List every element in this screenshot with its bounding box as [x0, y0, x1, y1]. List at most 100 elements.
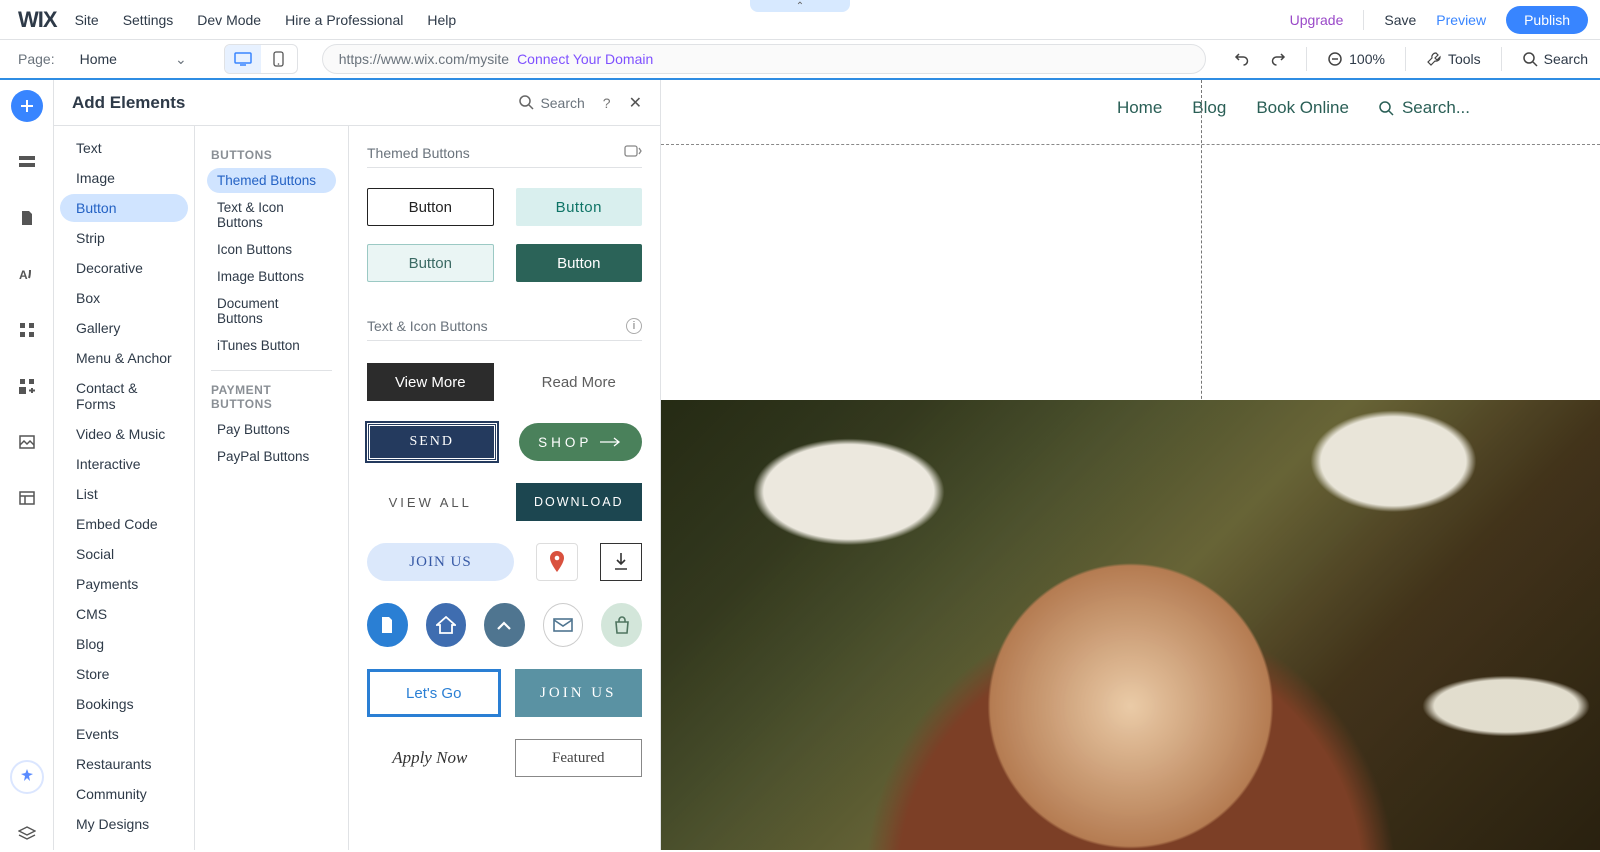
sample-download-icon[interactable] [600, 543, 642, 581]
add-elements-panel: Add Elements Search ? ✕ TextImageButtonS… [54, 80, 661, 850]
sample-up-icon[interactable] [484, 603, 525, 647]
left-rail: A [0, 80, 54, 850]
category-item[interactable]: Blog [60, 630, 188, 658]
subcategory-item[interactable]: iTunes Button [207, 333, 336, 358]
sample-apply-now[interactable]: Apply Now [367, 739, 493, 777]
themed-button-sample[interactable]: Button [367, 244, 494, 282]
category-item[interactable]: Video & Music [60, 420, 188, 448]
zoom-value: 100% [1349, 51, 1385, 67]
category-item[interactable]: My Designs [60, 810, 188, 838]
subcategory-item[interactable]: Themed Buttons [207, 168, 336, 193]
search-button[interactable]: Search [1522, 51, 1588, 67]
hero-image[interactable] [661, 400, 1600, 850]
upgrade-link[interactable]: Upgrade [1290, 12, 1344, 28]
themed-button-sample[interactable]: Button [516, 188, 643, 226]
apps-rail[interactable] [11, 314, 43, 346]
category-item[interactable]: Decorative [60, 254, 188, 282]
category-item[interactable]: Embed Code [60, 510, 188, 538]
category-item[interactable]: Image [60, 164, 188, 192]
publish-button[interactable]: Publish [1506, 6, 1588, 34]
sections-rail[interactable] [11, 146, 43, 178]
sample-download[interactable]: DOWNLOAD [516, 483, 643, 521]
media-rail[interactable] [11, 426, 43, 458]
sample-featured[interactable]: Featured [515, 739, 643, 777]
menu-hire[interactable]: Hire a Professional [285, 12, 403, 28]
site-canvas[interactable]: Home Blog Book Online Search... [661, 80, 1600, 850]
sample-shop[interactable]: SHOP [519, 423, 643, 461]
category-item[interactable]: Bookings [60, 690, 188, 718]
category-item[interactable]: Button [60, 194, 188, 222]
subcategory-item[interactable]: Image Buttons [207, 264, 336, 289]
category-item[interactable]: Restaurants [60, 750, 188, 778]
menu-site[interactable]: Site [75, 12, 99, 28]
subcategory-item[interactable]: Text & Icon Buttons [207, 195, 336, 235]
category-item[interactable]: Community [60, 780, 188, 808]
panel-search[interactable]: Search [519, 95, 584, 111]
sample-view-more[interactable]: View More [367, 363, 494, 401]
tools-button[interactable]: Tools [1426, 51, 1481, 67]
sample-join-us[interactable]: JOIN US [367, 543, 514, 581]
category-item[interactable]: Store [60, 660, 188, 688]
save-link[interactable]: Save [1384, 12, 1416, 28]
sample-lets-go[interactable]: Let's Go [367, 669, 501, 717]
subcategory-item[interactable]: PayPal Buttons [207, 444, 336, 469]
cms-rail[interactable] [11, 482, 43, 514]
sample-mail-icon[interactable] [543, 603, 584, 647]
page-label: Page: [18, 51, 55, 67]
undo-button[interactable] [1234, 51, 1250, 67]
category-item[interactable]: CMS [60, 600, 188, 628]
sample-join-us-2[interactable]: JOIN US [515, 669, 643, 717]
chevron-down-icon [175, 51, 187, 68]
layers-rail[interactable] [11, 818, 43, 850]
sample-send[interactable]: SEND [367, 423, 497, 461]
category-item[interactable]: Gallery [60, 314, 188, 342]
subcategory-item[interactable]: Icon Buttons [207, 237, 336, 262]
menu-settings[interactable]: Settings [123, 12, 174, 28]
subcategory-item[interactable]: Pay Buttons [207, 417, 336, 442]
desktop-view-button[interactable] [225, 45, 261, 73]
section-settings-icon[interactable] [624, 144, 642, 161]
themed-button-sample[interactable]: Button [367, 188, 494, 226]
themed-button-sample[interactable]: Button [516, 244, 643, 282]
collapse-hint[interactable]: ⌃ [750, 0, 850, 12]
nav-blog[interactable]: Blog [1192, 98, 1226, 118]
category-item[interactable]: Interactive [60, 450, 188, 478]
help-icon[interactable]: ? [603, 95, 611, 111]
business-rail[interactable] [11, 370, 43, 402]
nav-search[interactable]: Search... [1379, 98, 1470, 118]
category-item[interactable]: Strip [60, 224, 188, 252]
design-rail[interactable]: A [11, 258, 43, 290]
category-item[interactable]: Social [60, 540, 188, 568]
category-item[interactable]: Contact & Forms [60, 374, 188, 418]
section-themed-title: Themed Buttons [367, 145, 470, 161]
category-item[interactable]: Events [60, 720, 188, 748]
sample-bag-icon[interactable] [601, 603, 642, 647]
nav-book-online[interactable]: Book Online [1256, 98, 1349, 118]
sample-home-icon[interactable] [426, 603, 467, 647]
category-item[interactable]: Payments [60, 570, 188, 598]
url-bar[interactable]: https://www.wix.com/mysite Connect Your … [322, 44, 1206, 74]
nav-home[interactable]: Home [1117, 98, 1162, 118]
sample-pin-icon[interactable] [536, 543, 578, 581]
category-item[interactable]: Menu & Anchor [60, 344, 188, 372]
zoom-control[interactable]: 100% [1327, 51, 1385, 67]
close-icon[interactable]: ✕ [629, 93, 642, 113]
category-item[interactable]: List [60, 480, 188, 508]
redo-button[interactable] [1270, 51, 1286, 67]
sample-read-more[interactable]: Read More [516, 363, 643, 401]
add-elements-rail[interactable] [11, 90, 43, 122]
subcategory-item[interactable]: Document Buttons [207, 291, 336, 331]
connect-domain-link[interactable]: Connect Your Domain [517, 51, 653, 67]
menu-help[interactable]: Help [427, 12, 456, 28]
ai-rail[interactable] [10, 760, 44, 794]
sample-doc-icon[interactable] [367, 603, 408, 647]
info-icon[interactable]: i [626, 318, 642, 334]
pages-rail[interactable] [11, 202, 43, 234]
category-item[interactable]: Text [60, 134, 188, 162]
page-select[interactable]: Home [71, 46, 196, 73]
sample-view-all[interactable]: VIEW ALL [367, 483, 494, 521]
menu-dev-mode[interactable]: Dev Mode [197, 12, 261, 28]
category-item[interactable]: Box [60, 284, 188, 312]
mobile-view-button[interactable] [261, 45, 297, 73]
preview-link[interactable]: Preview [1436, 12, 1486, 28]
